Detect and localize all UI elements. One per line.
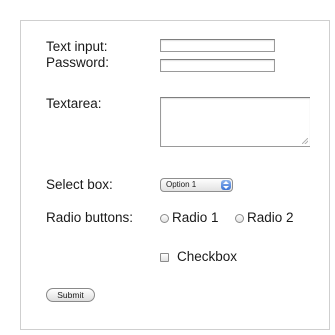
submit-button[interactable]: Submit	[46, 288, 95, 302]
select-box[interactable]: Option 1	[160, 178, 233, 192]
resize-grip-icon[interactable]	[302, 138, 308, 144]
checkbox-label[interactable]: Checkbox	[177, 249, 237, 265]
select-label: Select box:	[46, 177, 113, 192]
text-input-field[interactable]	[160, 39, 275, 52]
textarea-field[interactable]	[160, 97, 310, 147]
radio-group-label: Radio buttons:	[46, 210, 134, 225]
checkbox[interactable]	[160, 253, 169, 262]
text-input-label: Text input:	[46, 39, 108, 54]
radio-1-button[interactable]	[160, 214, 169, 223]
password-label: Password:	[46, 55, 110, 70]
radio-1-label[interactable]: Radio 1	[172, 210, 219, 226]
select-arrows-icon	[221, 180, 231, 190]
radio-2-button[interactable]	[235, 214, 244, 223]
select-value: Option 1	[166, 180, 197, 189]
password-field[interactable]	[160, 59, 275, 72]
radio-2-label[interactable]: Radio 2	[247, 210, 294, 226]
textarea-label: Textarea:	[46, 96, 102, 111]
